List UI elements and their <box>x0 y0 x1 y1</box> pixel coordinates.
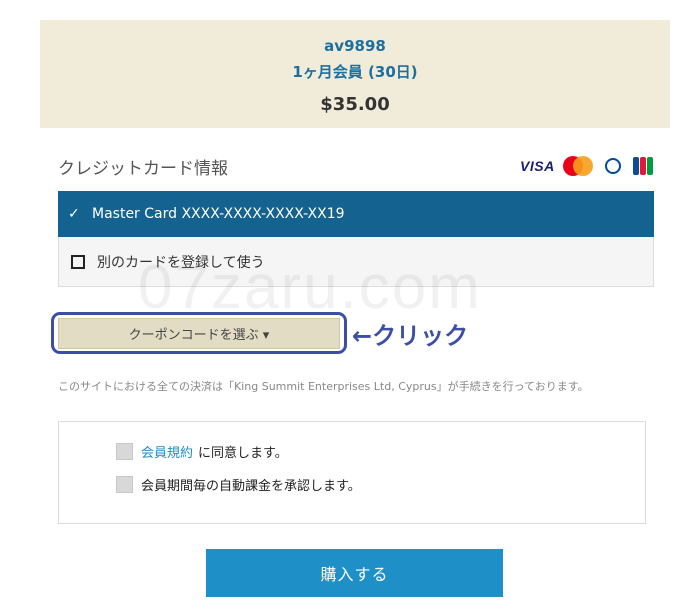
auto-billing-text: 会員期間毎の自動課金を承認します。 <box>141 479 361 494</box>
purchase-button[interactable]: 購入する <box>206 549 503 597</box>
saved-card-option[interactable]: ✓ Master Card XXXX-XXXX-XXXX-XX19 <box>58 191 654 237</box>
auto-billing-checkbox[interactable] <box>116 476 133 493</box>
card-brand-logos: VISA <box>520 154 653 178</box>
click-annotation: ←クリック <box>352 322 469 350</box>
auto-billing-agreement: 会員期間毎の自動課金を承認します。 <box>116 475 361 494</box>
mastercard-logo <box>562 156 593 176</box>
credit-card-heading: クレジットカード情報 <box>58 159 228 179</box>
plan-name: 1ヶ月会員 (30日) <box>292 63 418 81</box>
check-icon: ✓ <box>68 206 80 222</box>
checkbox-icon <box>71 254 85 269</box>
diners-club-logo <box>601 155 625 177</box>
agreement-panel: 会員規約 に同意します。 会員期間毎の自動課金を承認します。 <box>58 421 646 524</box>
order-summary: av9898 1ヶ月会員 (30日) $35.00 <box>40 20 670 128</box>
terms-agreement: 会員規約 に同意します。 <box>116 442 288 461</box>
saved-card-label: Master Card XXXX-XXXX-XXXX-XX19 <box>92 206 345 222</box>
new-card-option[interactable]: 別のカードを登録して使う <box>58 237 654 287</box>
terms-agreement-text: に同意します。 <box>198 446 288 461</box>
terms-link[interactable]: 会員規約 <box>141 442 193 461</box>
jcb-logo <box>632 157 653 175</box>
visa-logo: VISA <box>520 158 555 174</box>
terms-checkbox[interactable] <box>116 443 133 460</box>
plan-price: $35.00 <box>320 94 390 115</box>
username: av9898 <box>324 37 386 55</box>
coupon-select-button[interactable]: クーポンコードを選ぶ ▾ <box>58 318 340 349</box>
new-card-label: 別のカードを登録して使う <box>97 254 265 271</box>
payment-processor-notice: このサイトにおける全ての決済は「King Summit Enterprises … <box>58 380 589 393</box>
card-selection-list: ✓ Master Card XXXX-XXXX-XXXX-XX19 別のカードを… <box>58 191 654 287</box>
